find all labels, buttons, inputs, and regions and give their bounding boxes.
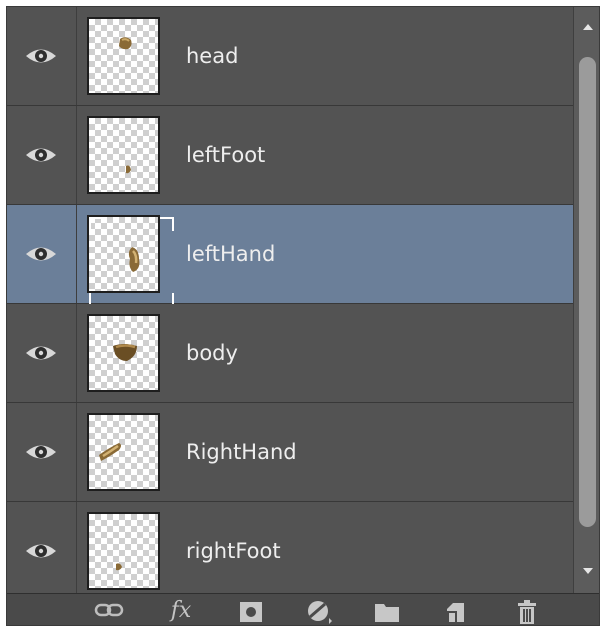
layer-name[interactable]: body: [186, 304, 238, 403]
layers-panel: head leftFoot leftHand body RightHand ri…: [6, 6, 600, 626]
new-layer-button[interactable]: [439, 600, 471, 625]
eye-icon[interactable]: [24, 243, 58, 265]
layer-row-body[interactable]: body: [7, 304, 573, 403]
layer-style-button[interactable]: fx: [165, 600, 197, 625]
vertical-scrollbar[interactable]: [573, 7, 599, 593]
scrollbar-thumb[interactable]: [579, 57, 596, 527]
fx-icon[interactable]: fx: [171, 600, 192, 622]
layer-thumbnail[interactable]: [87, 512, 160, 590]
adjustment-layer-button[interactable]: [303, 600, 335, 625]
layer-thumbnail[interactable]: [87, 413, 160, 491]
scroll-down-button[interactable]: [574, 559, 599, 583]
new-layer-icon[interactable]: [442, 600, 468, 622]
arrow-up-icon[interactable]: [582, 23, 594, 31]
visibility-toggle[interactable]: [7, 502, 77, 593]
layer-thumbnail[interactable]: [87, 17, 160, 95]
layer-name[interactable]: leftFoot: [186, 106, 265, 205]
left-hand-sprite-icon: [128, 247, 140, 272]
eye-icon[interactable]: [24, 342, 58, 364]
layer-name[interactable]: leftHand: [186, 205, 275, 304]
eye-icon[interactable]: [24, 45, 58, 67]
arrow-down-icon[interactable]: [582, 567, 594, 575]
layer-name[interactable]: rightFoot: [186, 502, 281, 593]
layer-row-left-hand[interactable]: leftHand: [7, 205, 573, 307]
visibility-toggle[interactable]: [7, 205, 77, 303]
layer-row-left-foot[interactable]: leftFoot: [7, 106, 573, 205]
layer-thumbnail[interactable]: [87, 116, 160, 194]
layers-toolbar: fx: [7, 593, 599, 625]
link-layers-icon[interactable]: [94, 600, 124, 620]
visibility-toggle[interactable]: [7, 7, 77, 105]
link-layers-button[interactable]: [93, 600, 125, 625]
visibility-toggle[interactable]: [7, 403, 77, 501]
eye-icon[interactable]: [24, 441, 58, 463]
layer-mask-icon[interactable]: [238, 600, 264, 622]
layer-name[interactable]: RightHand: [186, 403, 297, 502]
layer-row-right-hand[interactable]: RightHand: [7, 403, 573, 502]
new-group-button[interactable]: [371, 600, 403, 625]
folder-icon[interactable]: [373, 600, 401, 622]
delete-layer-button[interactable]: [511, 600, 543, 625]
visibility-toggle[interactable]: [7, 304, 77, 402]
layers-list: head leftFoot leftHand body RightHand ri…: [7, 7, 573, 593]
left-foot-sprite-icon: [126, 165, 131, 174]
right-hand-sprite-icon: [99, 443, 121, 461]
visibility-toggle[interactable]: [7, 106, 77, 204]
layer-thumbnail[interactable]: [87, 215, 174, 307]
add-mask-button[interactable]: [235, 600, 267, 625]
head-sprite-icon: [119, 37, 132, 50]
scroll-up-button[interactable]: [574, 15, 599, 39]
eye-icon[interactable]: [24, 540, 58, 562]
layer-thumbnail[interactable]: [87, 314, 160, 392]
eye-icon[interactable]: [24, 144, 58, 166]
layer-name[interactable]: head: [186, 7, 238, 106]
layer-row-head[interactable]: head: [7, 7, 573, 106]
body-sprite-icon: [113, 344, 137, 361]
adjustment-layer-icon[interactable]: [305, 600, 333, 624]
right-foot-sprite-icon: [116, 563, 122, 571]
trash-icon[interactable]: [514, 600, 540, 624]
layer-row-right-foot[interactable]: rightFoot: [7, 502, 573, 593]
